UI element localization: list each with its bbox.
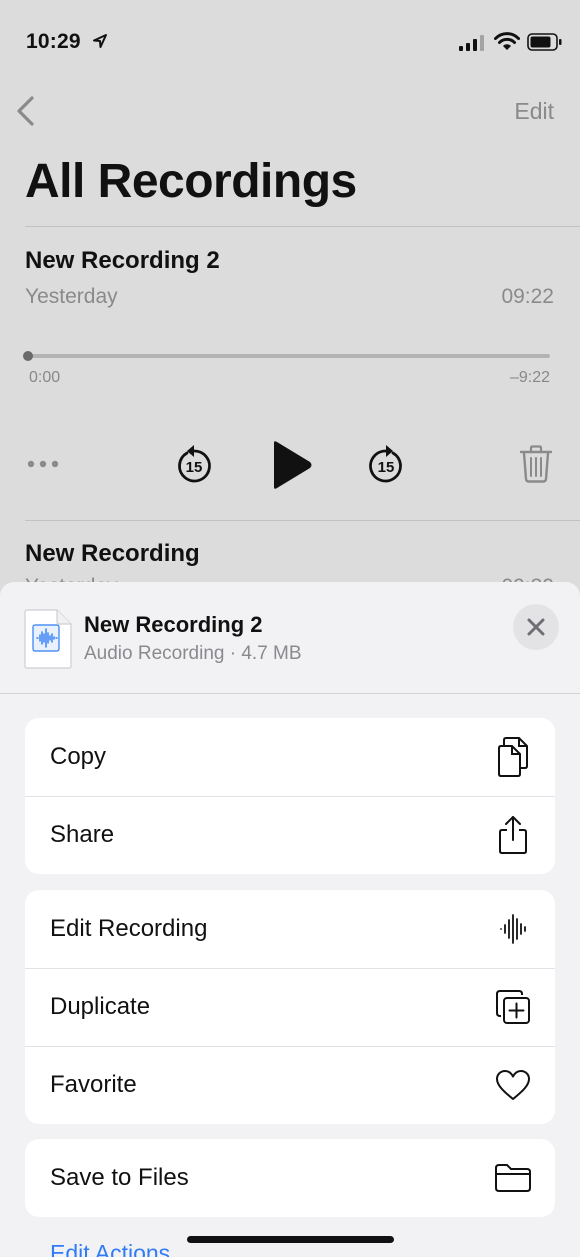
action-share[interactable]: Share [25,796,555,874]
action-group: Save to Files [25,1139,555,1217]
home-indicator[interactable] [187,1236,394,1243]
cellular-signal-icon [459,35,484,51]
action-label: Save to Files [50,1164,189,1191]
divider [25,226,580,227]
battery-icon [527,33,562,51]
action-group: Copy Share [25,718,555,874]
share-icon [493,815,533,855]
action-favorite[interactable]: Favorite [25,1046,555,1124]
action-edit-recording[interactable]: Edit Recording [25,890,555,968]
elapsed-time: 0:00 [29,369,61,386]
remaining-time: –9:22 [509,369,550,386]
playback-scrubber[interactable] [28,354,550,358]
share-sheet: New Recording 2 Audio Recording · 4.7 MB… [0,582,580,1257]
heart-icon [493,1065,533,1105]
scrubber-knob[interactable] [23,351,33,361]
copy-icon [493,737,533,777]
back-chevron-icon[interactable] [10,94,40,128]
page-title: All Recordings [25,155,357,208]
action-duplicate[interactable]: Duplicate [25,968,555,1046]
action-label: Duplicate [50,993,151,1020]
skip-forward-15-icon[interactable]: 15 [366,444,406,486]
shared-file-subtitle: Audio Recording · 4.7 MB [84,643,302,664]
divider [25,520,580,521]
action-save-to-files[interactable]: Save to Files [25,1139,555,1217]
action-label: Favorite [50,1071,137,1098]
duplicate-icon [493,987,533,1027]
folder-icon [493,1158,533,1198]
edit-actions-link[interactable]: Edit Actions... [50,1240,189,1257]
action-label: Copy [50,743,107,770]
skip-back-label: 15 [186,459,203,476]
recording-title: New Recording 2 [25,247,220,274]
action-label: Edit Recording [50,915,208,942]
action-group: Edit Recording Duplicate Favorite [25,890,555,1124]
audio-file-icon [24,609,72,669]
skip-forward-label: 15 [378,459,395,476]
shared-file-title: New Recording 2 [84,612,263,637]
action-copy[interactable]: Copy [25,718,555,796]
wifi-icon [494,32,520,50]
recording-duration: 09:22 [501,285,554,308]
edit-button[interactable]: Edit [514,98,554,125]
more-options-icon[interactable] [26,458,62,470]
status-bar: 10:29 [0,0,580,80]
trash-icon[interactable] [519,445,553,483]
skip-back-15-icon[interactable]: 15 [174,444,214,486]
play-icon[interactable] [270,440,314,490]
recording-date: Yesterday [25,285,118,308]
close-icon [527,618,545,636]
action-label: Share [50,821,115,848]
status-time: 10:29 [26,30,81,53]
share-sheet-header: New Recording 2 Audio Recording · 4.7 MB [0,582,580,694]
location-arrow-icon [93,34,107,48]
close-button[interactable] [513,604,559,650]
waveform-icon [493,909,533,949]
recording-title: New Recording [25,540,200,567]
